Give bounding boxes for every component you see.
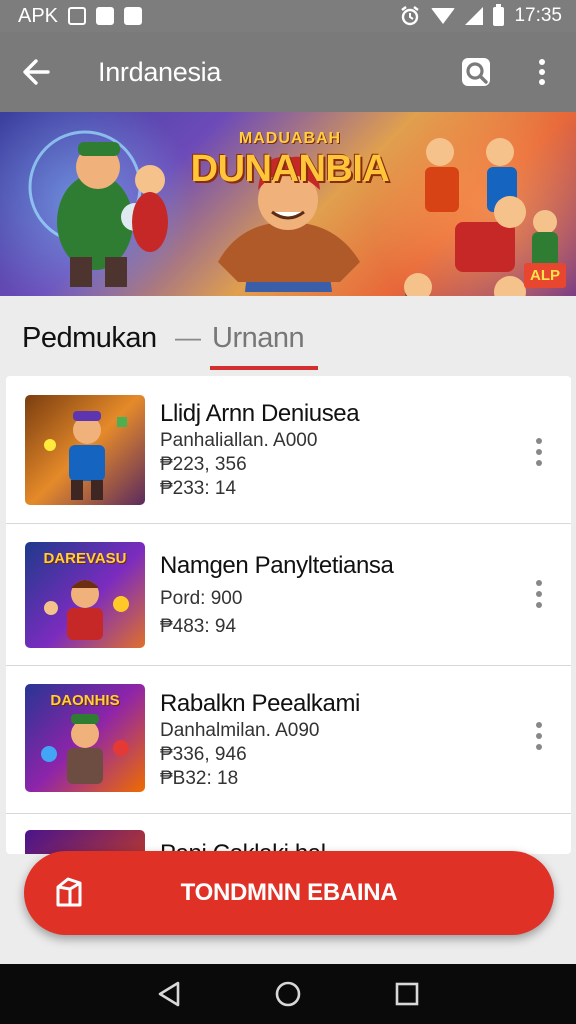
circle-home-icon [275,981,301,1007]
app-notification-icon [96,7,115,25]
primary-action-label: TONDMNN EBAINA [180,879,398,906]
status-time: 17:35 [514,5,562,26]
hero-thumbnail-art [41,714,129,784]
hero-thumbnail-art [44,411,127,500]
search-button[interactable] [454,50,498,94]
more-vert-icon [539,59,545,85]
battery-icon [493,3,505,26]
list-item[interactable]: DAREVASU Namgen Panyltetiansa Pord: 900 … [6,524,571,666]
banner-title: MADUABAH DUNANBIA [190,130,390,191]
signal-icon [465,7,484,25]
banner-badge: ALP [524,263,566,288]
status-apk-label: APK [18,4,59,27]
wifi-icon [431,8,456,24]
banner-main-title: DUNANBIA [190,148,390,190]
tab-bar: Pedmukan — Urnann [0,296,576,376]
app-title: Inrdanesia [98,56,222,87]
list-item[interactable]: DAONHIS Rabalkn Peealkami Danhalmilan. A… [6,666,571,814]
hero-thumbnail-art [44,580,129,640]
search-icon [462,58,490,86]
game-thumbnail: DAONHIS [25,684,145,792]
app-bar-actions [454,50,564,94]
status-left: APK [18,4,143,28]
primary-action-button[interactable]: TONDMNN EBAINA [24,851,554,935]
game-stats: ₱B32: 18 [160,768,239,789]
square-recents-icon [395,982,418,1006]
game-price: ₱483: 94 [160,616,237,637]
nav-recents-button[interactable] [387,974,427,1014]
box-icon [56,877,82,907]
game-subtitle: Pord: 900 [160,588,243,609]
arrow-left-icon [23,59,50,85]
download-notification-icon [124,7,143,25]
tab-indicator [210,366,318,370]
triangle-back-icon [159,981,180,1007]
tab-separator: — [175,322,201,352]
game-thumbnail [25,395,145,505]
promo-banner[interactable]: MADUABAH DUNANBIA ALP [0,112,576,296]
list-item[interactable]: Llidj Arnn Deniusea Panhaliallan. A000 ₱… [6,376,571,524]
status-right: 17:35 [399,3,562,27]
tab-primary[interactable]: Pedmukan [22,322,157,355]
game-price: ₱223, 356 [160,454,247,475]
back-button[interactable] [12,48,60,96]
game-title: Namgen Panyltetiansa [160,552,394,579]
game-price: ₱336, 946 [160,744,247,765]
game-title: Llidj Arnn Deniusea [160,400,360,427]
list-item[interactable]: Pani Coklaki,hal [6,814,571,854]
tab-secondary[interactable]: Urnann [212,322,305,355]
game-stats: ₱233: 14 [160,478,237,499]
status-bar: APK 17:35 [0,0,576,32]
alarm-icon [401,6,420,26]
nav-home-button[interactable] [268,974,308,1014]
overflow-menu-button[interactable] [520,50,564,94]
game-subtitle: Danhalmilan. A090 [160,720,320,741]
game-list: Llidj Arnn Deniusea Panhaliallan. A000 ₱… [6,376,571,854]
game-title: Rabalkn Peealkami [160,690,360,717]
item-more-button[interactable] [527,432,551,472]
item-more-button[interactable] [527,716,551,756]
app-bar: Inrdanesia [0,32,576,112]
game-subtitle: Panhaliallan. A000 [160,430,318,451]
nav-back-button[interactable] [149,974,189,1014]
image-notification-icon [68,7,87,25]
game-thumbnail: DAREVASU [25,542,145,648]
system-nav-bar [0,964,576,1024]
banner-subtitle: MADUABAH [238,130,342,147]
item-more-button[interactable] [527,574,551,614]
